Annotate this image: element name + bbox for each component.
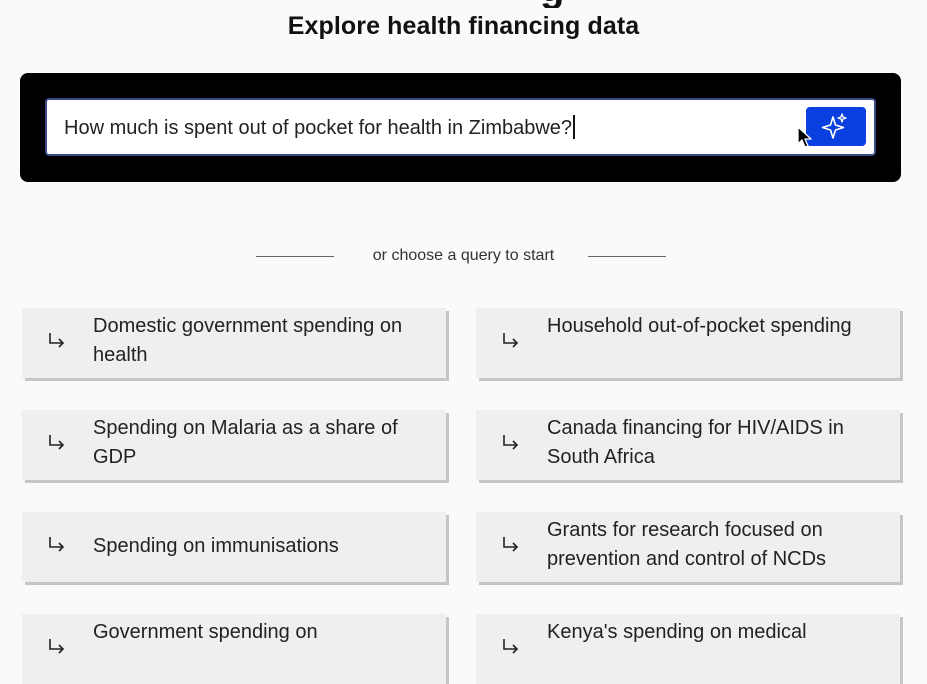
query-card-label: Grants for research focused on preventio… bbox=[547, 519, 827, 570]
arrow-turn-down-right-icon bbox=[49, 537, 65, 552]
sparkle-icon bbox=[821, 113, 847, 139]
page-title: Explore health financing data bbox=[287, 12, 640, 40]
arrow-turn-down-right-icon bbox=[503, 639, 519, 654]
query-card-label: Household out-of-pocket spending bbox=[547, 315, 852, 337]
query-card[interactable]: Domestic government spending on health bbox=[22, 308, 446, 378]
query-card[interactable]: Kenya's spending on medical bbox=[476, 614, 900, 684]
search-input-value[interactable]: How much is spent out of pocket for heal… bbox=[64, 115, 575, 140]
text-caret bbox=[573, 115, 575, 139]
query-card[interactable]: Government spending on bbox=[22, 614, 446, 684]
partial-heading-above: g bbox=[0, 0, 927, 8]
arrow-turn-down-right-icon bbox=[503, 435, 519, 450]
query-card-label: Domestic government spending on health bbox=[93, 315, 403, 366]
query-card[interactable]: Household out-of-pocket spending bbox=[476, 308, 900, 378]
query-card-label: Canada financing for HIV/AIDS in South A… bbox=[547, 417, 844, 468]
query-card[interactable]: Spending on immunisations bbox=[22, 512, 446, 582]
arrow-turn-down-right-icon bbox=[503, 333, 519, 348]
arrow-turn-down-right-icon bbox=[49, 435, 65, 450]
mouse-pointer-icon bbox=[797, 126, 812, 148]
query-card[interactable]: Spending on Malaria as a share of GDP bbox=[22, 410, 446, 480]
query-divider: or choose a query to start bbox=[0, 246, 927, 268]
ask-button[interactable] bbox=[806, 107, 866, 146]
search-panel: How much is spent out of pocket for heal… bbox=[20, 73, 901, 182]
divider-text: or choose a query to start bbox=[372, 247, 555, 264]
divider-line-right bbox=[588, 256, 666, 257]
query-card-label: Spending on immunisations bbox=[93, 535, 339, 557]
arrow-turn-down-right-icon bbox=[49, 333, 65, 348]
query-card[interactable]: Canada financing for HIV/AIDS in South A… bbox=[476, 410, 900, 480]
arrow-turn-down-right-icon bbox=[503, 537, 519, 552]
query-card-label: Spending on Malaria as a share of GDP bbox=[93, 417, 398, 468]
query-card[interactable]: Grants for research focused on preventio… bbox=[476, 512, 900, 582]
search-input[interactable]: How much is spent out of pocket for heal… bbox=[45, 98, 876, 156]
arrow-turn-down-right-icon bbox=[49, 639, 65, 654]
partial-heading-glyph: g bbox=[540, 0, 564, 8]
